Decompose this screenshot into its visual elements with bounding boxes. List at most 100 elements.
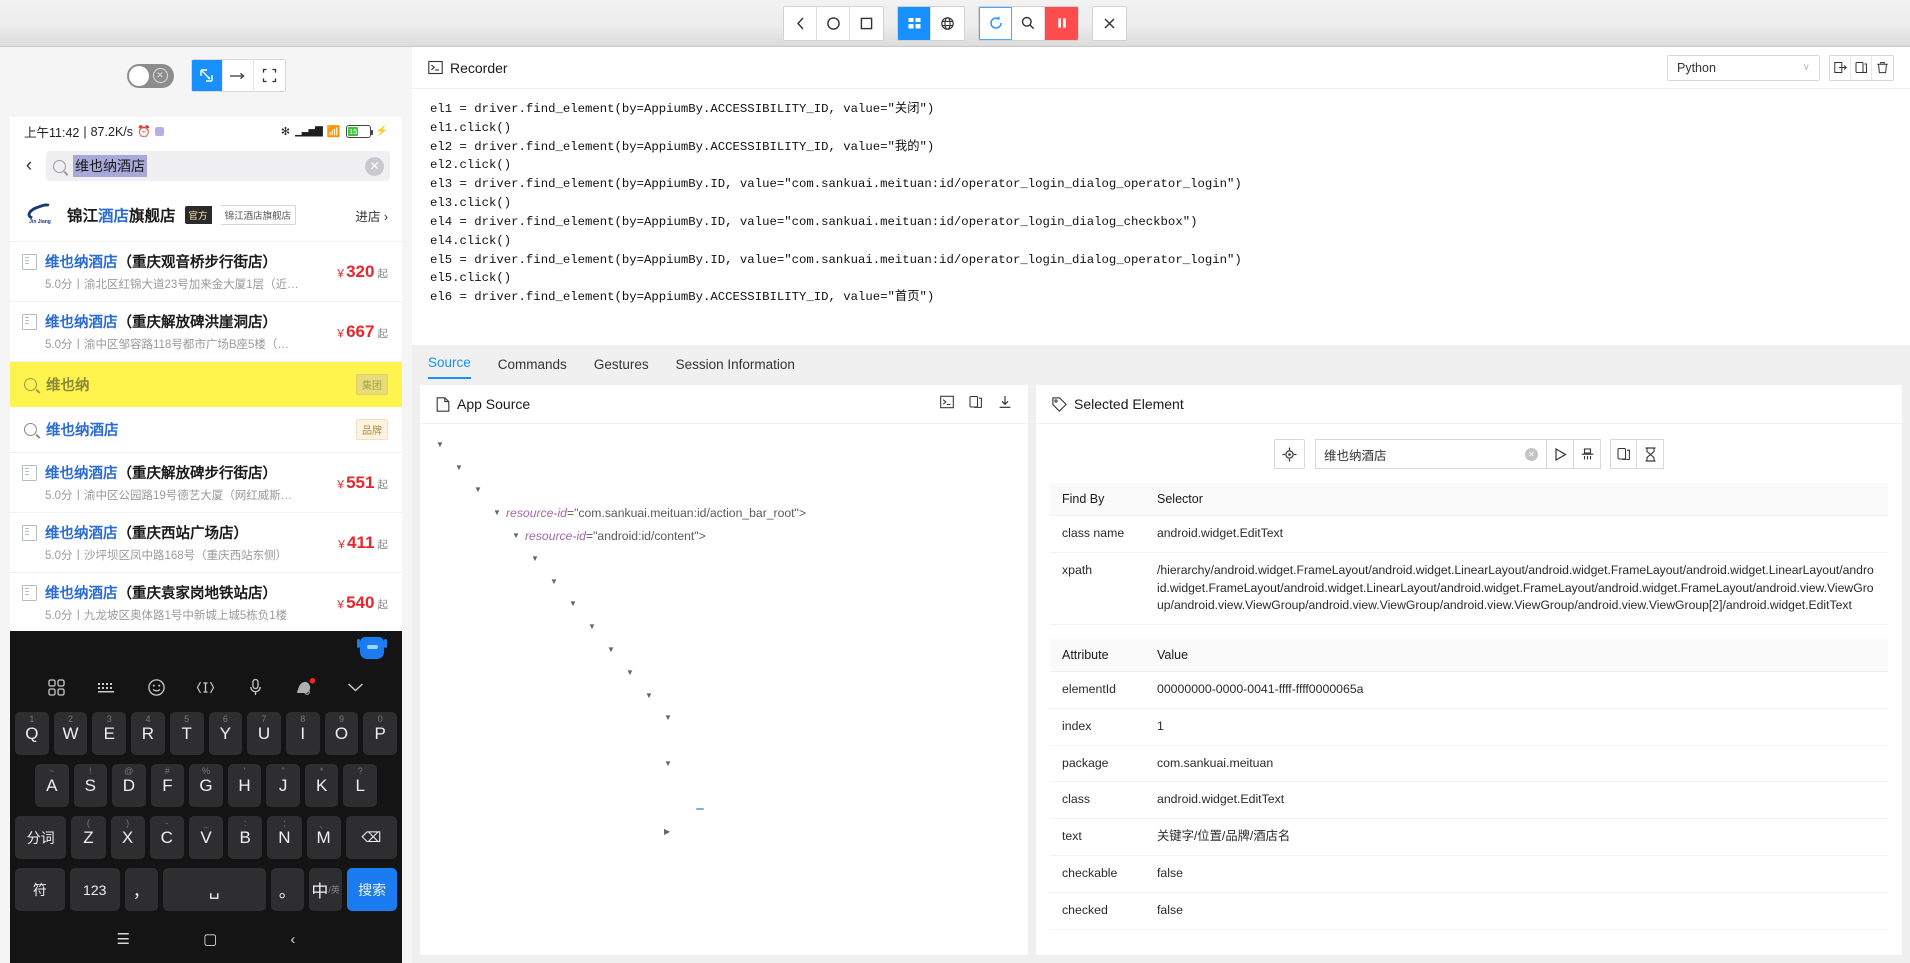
chevron-down-icon[interactable]: ▼ [607, 645, 620, 654]
tree-node[interactable]: ▼ [432, 570, 1016, 593]
device-search-input[interactable]: 维也纳酒店 ✕ [46, 151, 390, 181]
key-G[interactable]: % G [189, 764, 223, 807]
clear-element-icon[interactable] [1574, 439, 1601, 469]
key-V[interactable]: _ V [188, 816, 224, 859]
chevron-down-icon[interactable]: ▼ [531, 554, 544, 563]
pause-icon[interactable] [1045, 6, 1078, 40]
chevron-right-icon[interactable]: ▶ [664, 827, 677, 836]
copy-element-icon[interactable] [1610, 439, 1637, 469]
tree-node[interactable]: ▼ [432, 479, 1016, 502]
copy-source-icon[interactable] [969, 395, 983, 414]
globe-view-icon[interactable] [931, 6, 964, 40]
brand-result-row[interactable]: Jin Jiang 锦江酒店旗舰店 官方 锦江酒店旗舰店 进店 › [10, 191, 402, 242]
tree-node[interactable]: ▼ resource-id="android:id/content"> [432, 524, 1016, 547]
tab-session-information[interactable]: Session Information [676, 357, 795, 379]
device-back-icon[interactable]: ‹ [18, 155, 40, 177]
send-keys-input[interactable]: 维也纳酒店 ✕ [1315, 439, 1547, 469]
close-session-icon[interactable] [1093, 6, 1126, 40]
device-screen[interactable]: 上午11:42 | 87.2K/s ⏰ ✻ ▁▃▅▇ 📶 15 ⚡ ‹ 维也纳酒… [10, 117, 402, 963]
screenshot-toggle[interactable]: ✕ [126, 63, 174, 88]
tab-source[interactable]: Source [428, 355, 471, 379]
tree-node[interactable]: ▼ [432, 456, 1016, 479]
sticker-icon[interactable] [293, 675, 317, 699]
tree-node[interactable]: ▼ [432, 752, 1016, 775]
tree-node[interactable]: ▶ [432, 821, 1016, 844]
back-nav-icon[interactable]: ‹ [290, 931, 295, 948]
key-Q[interactable]: 1Q [14, 712, 49, 755]
chevron-down-icon[interactable]: ▼ [645, 691, 658, 700]
period-key[interactable]: 。 [270, 868, 304, 911]
tree-node[interactable]: ▼ [432, 684, 1016, 707]
back-icon[interactable] [784, 6, 817, 40]
chevron-down-icon[interactable]: ▼ [550, 577, 563, 586]
refresh-source-icon[interactable] [979, 6, 1012, 40]
tree-node-selected[interactable] [696, 808, 704, 811]
menu-nav-icon[interactable]: ☰ [117, 930, 130, 948]
symbol-key[interactable]: 符 [15, 868, 65, 911]
language-key[interactable]: 中/英 [308, 868, 343, 911]
keyboard-layout-icon[interactable] [95, 675, 119, 699]
tap-by-coordinates-tool[interactable] [253, 60, 285, 91]
key-R[interactable]: 4R [131, 712, 165, 755]
chevron-down-icon[interactable]: ▼ [569, 599, 582, 608]
key-B[interactable]: :B [228, 816, 263, 859]
key-S[interactable]: ! S [73, 764, 108, 807]
key-J[interactable]: " J [266, 764, 300, 807]
segment-key[interactable]: 分词 [15, 816, 67, 859]
key-W[interactable]: 2W [53, 712, 88, 755]
tree-node[interactable]: ▼ resource-id="com.sankuai.meituan:id/ac… [432, 501, 1016, 524]
key-H[interactable]: ' H [227, 764, 262, 807]
delete-recording-icon[interactable] [1872, 55, 1893, 80]
chevron-down-icon[interactable]: ▼ [588, 622, 601, 631]
download-source-icon[interactable] [998, 395, 1012, 414]
open-in-terminal-icon[interactable] [940, 395, 954, 414]
language-select[interactable]: Python ∨ [1667, 54, 1820, 81]
chevron-down-icon[interactable]: ▼ [493, 508, 506, 517]
key-E[interactable]: 3E [92, 712, 127, 755]
enter-store-link[interactable]: 进店 › [355, 206, 388, 225]
key-I[interactable]: 8I [285, 712, 320, 755]
send-keys-icon[interactable] [1547, 439, 1574, 469]
collapse-keyboard-icon[interactable] [343, 675, 367, 699]
recent-apps-square-icon[interactable] [850, 6, 883, 40]
list-item[interactable]: 维也纳酒店（重庆解放碑步行街店） 5.0分丨渝中区公园路19号德艺大厦（网红威斯…… [10, 453, 402, 513]
numbers-key[interactable]: 123 [69, 868, 120, 911]
swipe-tool[interactable] [222, 60, 254, 91]
tree-node[interactable]: ▼ [432, 707, 1016, 730]
key-U[interactable]: 7U [247, 712, 281, 755]
select-element-tool[interactable] [191, 60, 223, 91]
backspace-key[interactable]: ⌫ [345, 816, 398, 859]
chevron-down-icon[interactable]: ▼ [455, 463, 468, 472]
tree-node[interactable] [432, 729, 1016, 752]
tree-node[interactable] [432, 775, 1016, 798]
text-cursor-icon[interactable] [194, 675, 218, 699]
locate-element-icon[interactable] [1274, 439, 1305, 469]
comma-key[interactable]: ， [124, 868, 158, 911]
tree-node[interactable]: ▼ [432, 615, 1016, 638]
key-A[interactable]: ~ A [34, 764, 69, 807]
emoji-icon[interactable] [144, 675, 168, 699]
tab-gestures[interactable]: Gestures [594, 357, 649, 379]
chevron-down-icon[interactable]: ▼ [664, 759, 677, 768]
chevron-down-icon[interactable]: ▼ [512, 531, 525, 540]
list-item[interactable]: 维也纳酒店（重庆观音桥步行街店） 5.0分丨渝北区红锦大道23号加来金大厦1层（近… [10, 242, 402, 302]
home-nav-icon[interactable]: ▢ [203, 930, 217, 948]
list-item[interactable]: 维也纳 集团 [10, 362, 402, 407]
key-M[interactable]: 、 M [306, 816, 341, 859]
key-C[interactable]: -C [149, 816, 184, 859]
clear-search-icon[interactable]: ✕ [365, 156, 384, 176]
list-item[interactable]: 维也纳酒店 品牌 [10, 407, 402, 453]
tab-commands[interactable]: Commands [498, 357, 567, 379]
tree-node[interactable]: ▼ [432, 547, 1016, 570]
tree-node[interactable]: ▼ [432, 638, 1016, 661]
chevron-down-icon[interactable]: ▼ [474, 485, 487, 494]
key-X[interactable]: ) X [110, 816, 145, 859]
key-N[interactable]: ; N [267, 816, 302, 859]
microphone-icon[interactable] [244, 675, 268, 699]
apps-grid-icon[interactable] [45, 675, 69, 699]
tree-node[interactable] [432, 798, 1016, 821]
search-key[interactable]: 搜索 [347, 868, 397, 911]
chevron-down-icon[interactable]: ▼ [626, 668, 639, 677]
key-F[interactable]: # F [150, 764, 185, 807]
key-O[interactable]: 9O [324, 712, 359, 755]
